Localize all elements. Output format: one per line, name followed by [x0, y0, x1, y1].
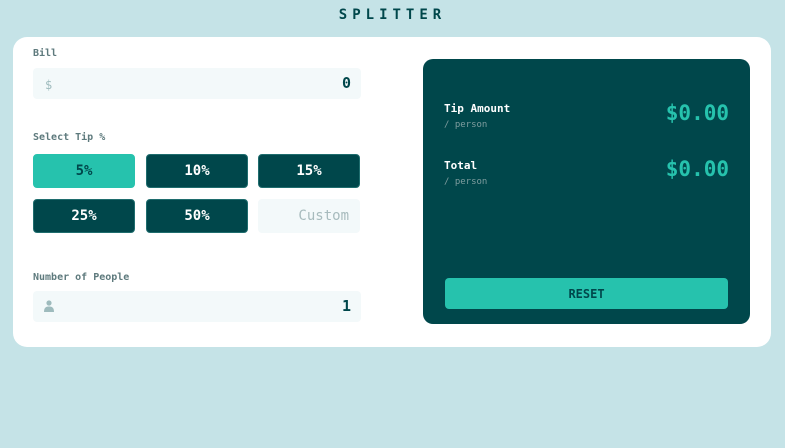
tip-button-15[interactable]: 15%	[258, 154, 360, 188]
tip-button-25[interactable]: 25%	[33, 199, 135, 233]
tip-button-5[interactable]: 5%	[33, 154, 135, 188]
total-sub: / person	[444, 177, 488, 187]
tip-amount-sub: / person	[444, 120, 488, 130]
people-value: 1	[341, 297, 351, 315]
reset-button[interactable]: RESET	[445, 278, 728, 309]
total-value: $0.00	[665, 157, 729, 181]
tip-amount-label: Tip Amount	[444, 102, 511, 115]
tip-amount-value: $0.00	[665, 101, 729, 125]
app-logo: SPLITTER	[338, 7, 447, 23]
custom-tip-input[interactable]: Custom	[258, 199, 360, 233]
tip-button-10[interactable]: 10%	[146, 154, 248, 188]
dollar-icon: $	[45, 78, 53, 92]
results-panel: Tip Amount / person $0.00 Total / person…	[423, 59, 750, 324]
bill-input[interactable]: $ 0	[33, 68, 361, 99]
select-tip-label: Select Tip %	[33, 132, 106, 143]
people-label: Number of People	[33, 272, 130, 283]
people-input[interactable]: 1	[33, 291, 361, 322]
person-icon	[44, 300, 54, 312]
bill-label: Bill	[33, 48, 58, 59]
bill-value: 0	[341, 74, 351, 92]
tip-button-50[interactable]: 50%	[146, 199, 248, 233]
total-label: Total	[444, 159, 478, 172]
calculator-card: Bill $ 0 Select Tip % 5% 10% 15% 25% 50%…	[13, 37, 771, 347]
